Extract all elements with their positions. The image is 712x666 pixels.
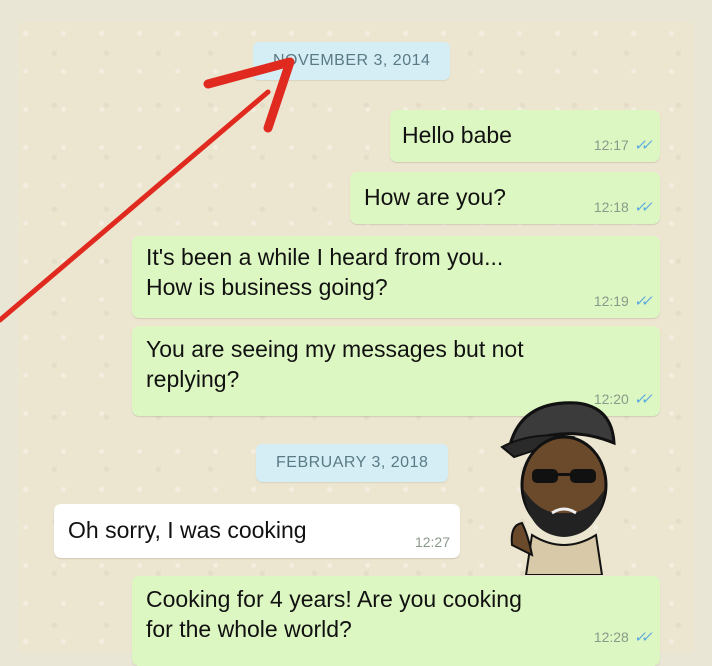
arrow-annotation xyxy=(0,57,295,323)
